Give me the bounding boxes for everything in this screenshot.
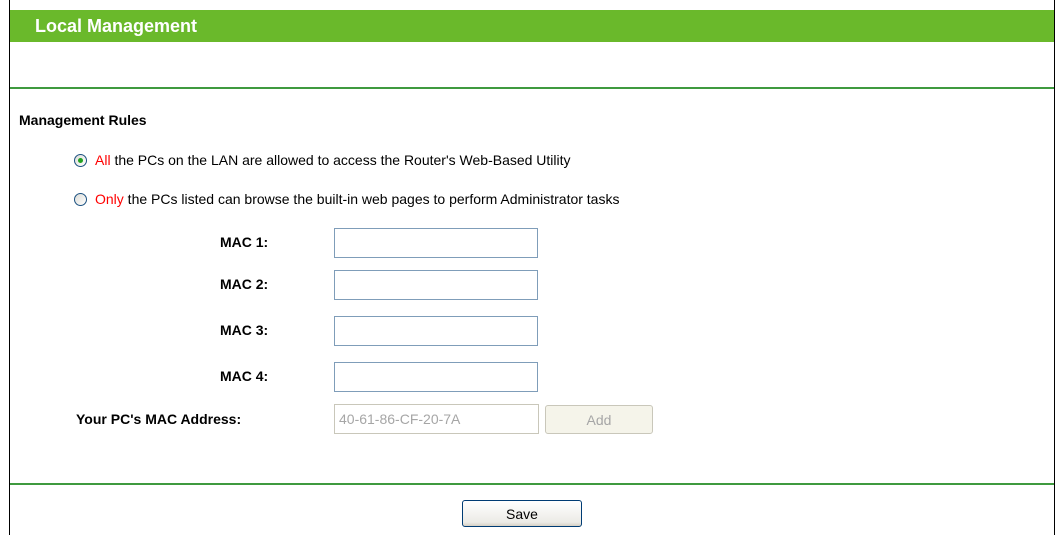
mac-1-label: MAC 1: [220,234,269,250]
option-only-text: the PCs listed can browse the built-in w… [123,191,620,207]
mac-2-label: MAC 2: [220,276,269,292]
mac-1-input[interactable] [334,228,538,258]
mac-4-input[interactable] [334,362,538,392]
section-heading: Management Rules [19,112,147,128]
title-bar: Local Management [10,10,1054,42]
mac-3-input[interactable] [334,316,538,346]
top-divider [10,87,1054,89]
your-mac-label: Your PC's MAC Address: [76,411,242,427]
your-mac-input[interactable] [334,404,539,434]
save-button[interactable]: Save [462,500,582,527]
option-all-text: the PCs on the LAN are allowed to access… [110,152,571,168]
bottom-divider [10,483,1054,485]
mac-4-label: MAC 4: [220,368,269,384]
radio-selected-dot [78,157,83,163]
option-all-highlight: All [95,152,111,168]
mac-3-label: MAC 3: [220,322,269,338]
page-title: Local Management [35,16,198,36]
option-only-highlight: Only [95,191,124,207]
mac-2-input[interactable] [334,270,538,300]
radio-only[interactable] [74,192,87,206]
add-button[interactable]: Add [545,405,653,434]
local-management-panel: Local Management Management Rules All th… [9,0,1055,535]
radio-all[interactable] [74,153,87,167]
option-only-row[interactable]: Only the PCs listed can browse the built… [74,189,619,209]
option-all-row[interactable]: All the PCs on the LAN are allowed to ac… [74,150,571,170]
